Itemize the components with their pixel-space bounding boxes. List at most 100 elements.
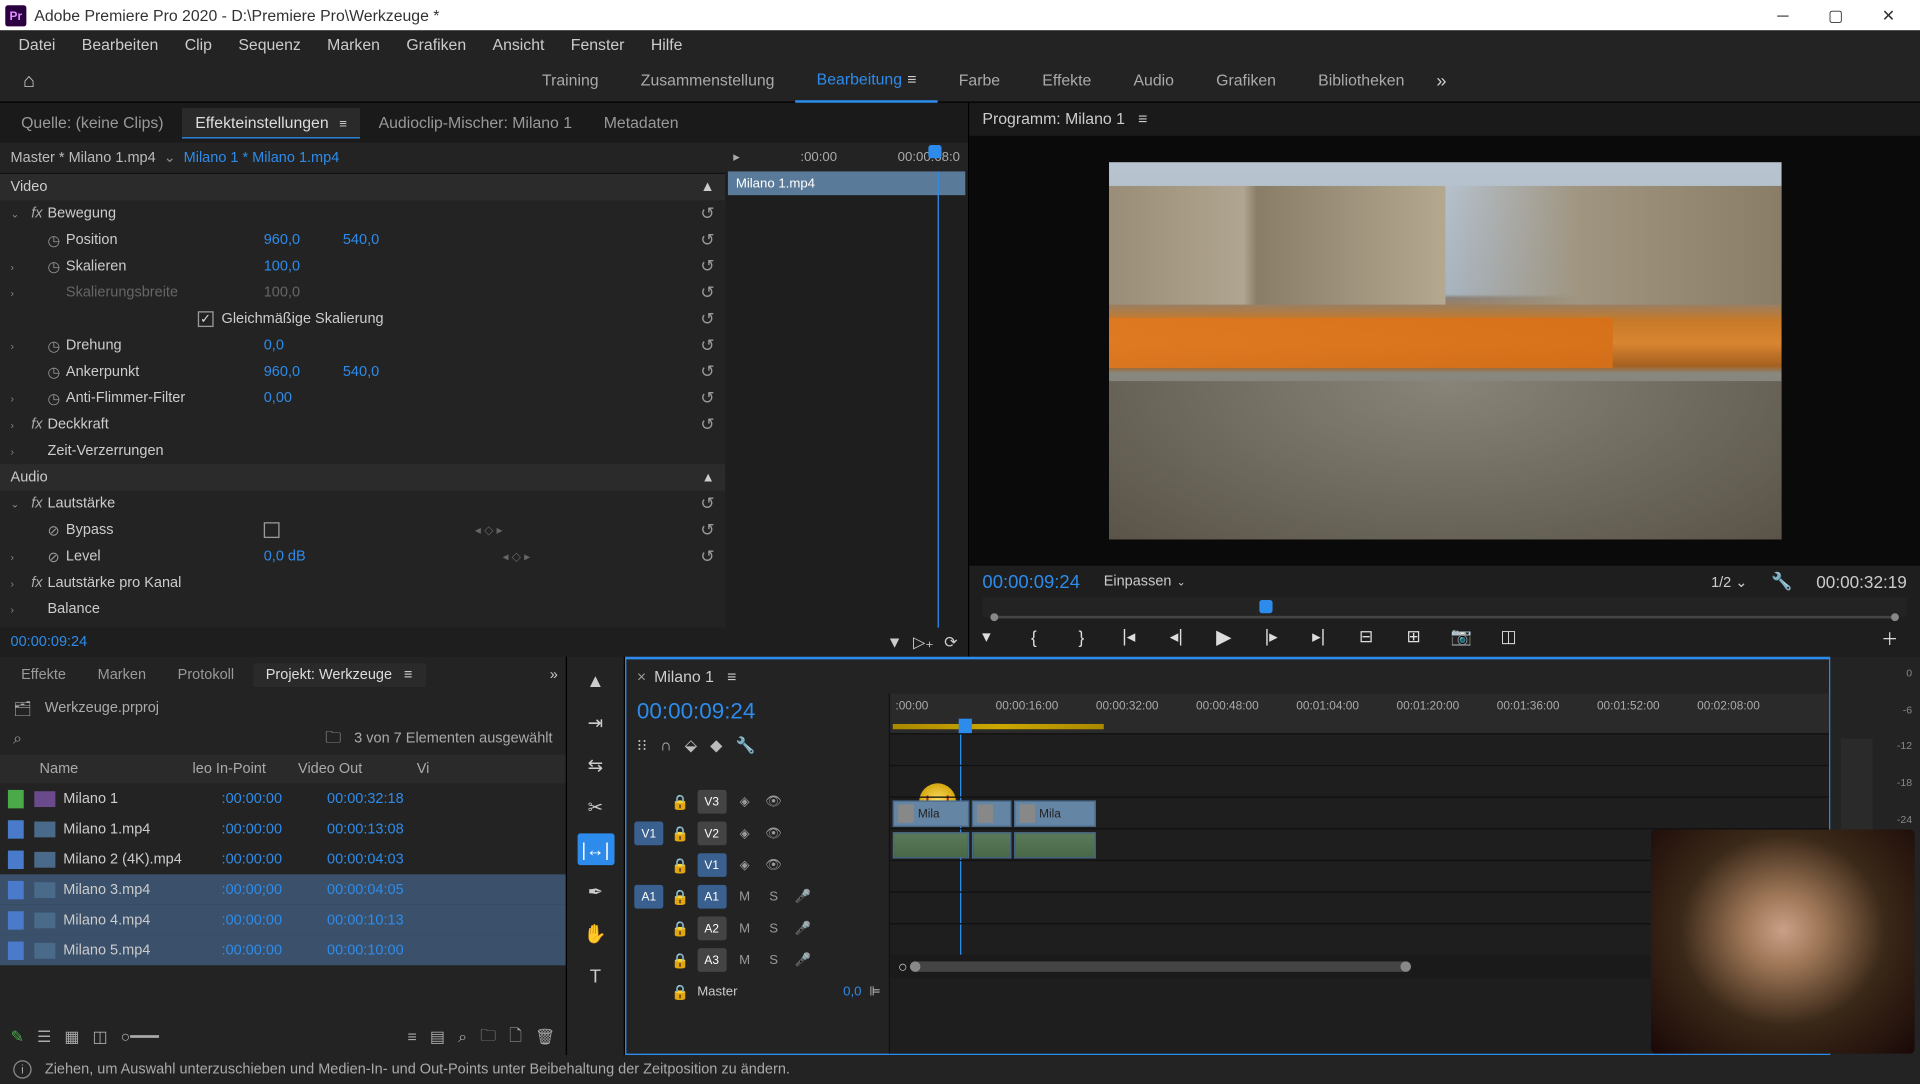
export-frame-button[interactable]: 📷 — [1444, 620, 1478, 654]
close-button[interactable]: ✕ — [1862, 0, 1915, 30]
play-button[interactable]: ▶ — [1207, 620, 1241, 654]
ws-tab-menu-icon[interactable]: ≡ — [907, 70, 916, 88]
project-item[interactable]: Milano 1:00:00:0000:00:32:18 — [0, 783, 566, 813]
maximize-button[interactable]: ▢ — [1809, 0, 1862, 30]
freeform-view-icon[interactable]: ◫ — [93, 1027, 108, 1045]
panel-menu-icon[interactable]: ≡ — [1138, 110, 1147, 128]
tab-marken[interactable]: Marken — [84, 663, 159, 687]
tab-protokoll[interactable]: Protokoll — [164, 663, 247, 687]
tab-effekte[interactable]: Effekte — [8, 663, 79, 687]
timeline-ruler[interactable]: :00:0000:00:16:0000:00:32:0000:00:48:000… — [890, 694, 1829, 720]
add-marker-icon[interactable]: ⬙ — [685, 736, 697, 754]
stopwatch-icon[interactable]: ⊘ — [47, 522, 65, 539]
menu-bearbeiten[interactable]: Bearbeiten — [69, 30, 172, 59]
collapse-icon[interactable]: ▲ — [700, 179, 714, 195]
bypass-checkbox[interactable] — [264, 522, 280, 538]
col-in[interactable]: leo In-Point — [193, 761, 298, 777]
mark-in-button[interactable]: { — [1017, 620, 1051, 654]
stopwatch-icon[interactable]: ◷ — [47, 337, 65, 354]
ec-timecode[interactable]: 00:00:09:24 — [11, 634, 88, 650]
snap-icon[interactable]: ⁝⁝ — [637, 736, 647, 754]
lock-icon[interactable]: 🔒 — [671, 888, 689, 905]
icon-view-icon[interactable]: ▦ — [64, 1027, 79, 1045]
panel-menu-icon[interactable]: ≡ — [339, 117, 347, 132]
list-view-icon[interactable]: ☰ — [37, 1027, 51, 1045]
ec-volume[interactable]: ⌄fxLautstärke↺ — [0, 491, 725, 517]
menu-datei[interactable]: Datei — [5, 30, 68, 59]
stopwatch-icon[interactable]: ◷ — [47, 258, 65, 275]
program-timecode-left[interactable]: 00:00:09:24 — [982, 571, 1080, 592]
automate-icon[interactable]: ▤ — [430, 1027, 445, 1045]
stopwatch-icon[interactable]: ⊘ — [47, 548, 65, 565]
comparison-button[interactable]: ◫ — [1491, 620, 1525, 654]
type-tool[interactable]: T — [577, 960, 614, 992]
mark-out-button[interactable]: } — [1064, 620, 1098, 654]
tab-projekt[interactable]: Projekt: Werkzeuge ≡ — [253, 663, 426, 687]
col-name[interactable]: Name — [8, 761, 193, 777]
zoom-slider[interactable]: ○━━━ — [121, 1027, 159, 1045]
reset-icon[interactable]: ↺ — [700, 203, 714, 224]
tab-audio-mixer[interactable]: Audioclip-Mischer: Milano 1 — [365, 108, 585, 137]
ec-channel-vol[interactable]: ›fxLautstärke pro Kanal — [0, 570, 725, 596]
go-to-in-button[interactable]: |◂ — [1112, 620, 1146, 654]
ec-playhead-line[interactable] — [938, 171, 939, 627]
reset-icon[interactable]: ↺ — [700, 493, 714, 514]
selection-tool[interactable]: ▲ — [577, 665, 614, 697]
mute-button[interactable]: M — [734, 889, 755, 904]
project-item[interactable]: Milano 5.mp4:00:00:0000:00:10:00 — [0, 935, 566, 965]
trash-icon[interactable]: 🗑 — [535, 1027, 555, 1045]
col-dur[interactable]: Vi — [417, 761, 430, 777]
reset-icon[interactable]: ↺ — [700, 309, 714, 330]
new-item-icon[interactable]: 🗋 — [509, 1023, 522, 1051]
eye-icon[interactable]: 👁 — [763, 795, 784, 810]
project-item[interactable]: Milano 2 (4K).mp4:00:00:0000:00:04:03 — [0, 844, 566, 874]
minimize-button[interactable]: ─ — [1757, 0, 1810, 30]
pen-tool[interactable]: ✒ — [577, 876, 614, 908]
lock-icon[interactable]: 🔒 — [671, 825, 689, 842]
program-viewer[interactable] — [969, 135, 1920, 565]
ec-balance[interactable]: ›Balance — [0, 596, 725, 622]
tab-source[interactable]: Quelle: (keine Clips) — [8, 108, 177, 137]
stopwatch-icon[interactable]: ◷ — [47, 390, 65, 407]
expand-icon[interactable]: ⊫ — [869, 984, 880, 999]
collapse-icon[interactable]: ▲ — [702, 470, 715, 485]
stopwatch-icon[interactable]: ◷ — [47, 363, 65, 380]
linked-selection-icon[interactable]: ∩ — [660, 736, 671, 754]
extract-button[interactable]: ⊞ — [1397, 620, 1431, 654]
col-out[interactable]: Video Out — [298, 761, 417, 777]
reset-icon[interactable]: ↺ — [700, 335, 714, 356]
ws-tab-effekte[interactable]: Effekte — [1021, 59, 1112, 103]
reset-icon[interactable]: ↺ — [700, 229, 714, 250]
project-item[interactable]: Milano 1.mp4:00:00:0000:00:13:08 — [0, 814, 566, 844]
ws-tab-grafiken[interactable]: Grafiken — [1195, 59, 1297, 103]
reset-icon[interactable]: ↺ — [700, 388, 714, 409]
ec-opacity[interactable]: ›fxDeckkraft↺ — [0, 411, 725, 437]
video-clip[interactable]: Mila — [893, 800, 969, 826]
audio-clip[interactable] — [1014, 832, 1096, 858]
menu-fenster[interactable]: Fenster — [558, 30, 638, 59]
menu-clip[interactable]: Clip — [172, 30, 226, 59]
resolution-dropdown[interactable]: 1/2 ⌄ — [1711, 573, 1747, 590]
eye-icon[interactable]: 👁 — [763, 858, 784, 873]
home-icon[interactable]: ⌂ — [11, 65, 48, 97]
ws-tab-training[interactable]: Training — [521, 59, 620, 103]
ec-video-section[interactable]: Video▲ — [0, 174, 725, 200]
audio-clip[interactable] — [893, 832, 969, 858]
find-icon[interactable]: ⌕ — [458, 1027, 467, 1047]
reset-icon[interactable]: ↺ — [700, 361, 714, 382]
eye-icon[interactable]: 👁 — [763, 826, 784, 841]
step-back-button[interactable]: ◂| — [1159, 620, 1193, 654]
ec-timeremap[interactable]: ›Zeit-Verzerrungen — [0, 438, 725, 464]
slip-tool[interactable]: |↔| — [577, 833, 614, 865]
ec-motion[interactable]: ⌄fxBewegung↺ — [0, 200, 725, 226]
lock-icon[interactable]: 🔒 — [671, 856, 689, 873]
reset-icon[interactable]: ↺ — [700, 546, 714, 567]
menu-ansicht[interactable]: Ansicht — [479, 30, 557, 59]
program-scrubber[interactable] — [982, 598, 1906, 618]
panel-overflow-icon[interactable]: » — [550, 667, 558, 683]
project-item[interactable]: Milano 3.mp4:00:00;0000:00:04:05 — [0, 874, 566, 904]
play-only-icon[interactable]: ▷₊ — [913, 633, 934, 651]
voiceover-icon[interactable]: 🎤 — [792, 889, 813, 904]
go-to-out-button[interactable]: ▸| — [1302, 620, 1336, 654]
menu-sequenz[interactable]: Sequenz — [225, 30, 314, 59]
